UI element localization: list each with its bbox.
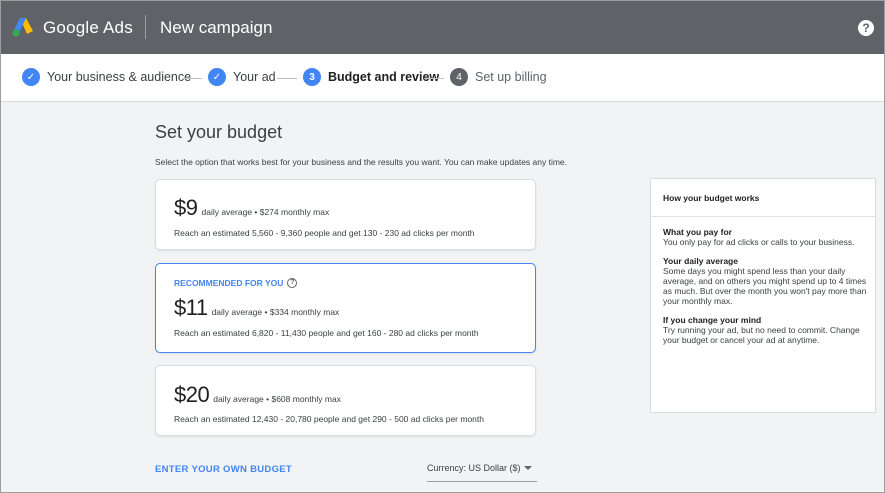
budget-info-panel: How your budget works What you pay for Y… bbox=[650, 178, 876, 413]
help-icon[interactable]: ? bbox=[858, 20, 874, 36]
info-panel-title: How your budget works bbox=[663, 193, 760, 203]
budget-option-11[interactable]: RECOMMENDED FOR YOU ? $11 daily average … bbox=[155, 263, 536, 353]
budget-reach: Reach an estimated 12,430 - 20,780 peopl… bbox=[174, 414, 484, 424]
info-section-daily: Your daily average Some days you might s… bbox=[663, 256, 868, 306]
enter-own-budget-link[interactable]: ENTER YOUR OWN BUDGET bbox=[155, 464, 292, 475]
budget-amount-row: $11 daily average • $334 monthly max bbox=[174, 295, 339, 321]
budget-reach: Reach an estimated 6,820 - 11,430 people… bbox=[174, 328, 479, 338]
budget-detail: daily average • $274 monthly max bbox=[201, 207, 330, 217]
info-text: You only pay for ad clicks or calls to y… bbox=[663, 237, 855, 247]
brand-name: Google Ads bbox=[43, 18, 133, 37]
info-panel-body: What you pay for You only pay for ad cli… bbox=[663, 227, 868, 354]
info-heading: What you pay for bbox=[663, 227, 732, 237]
budget-amount: $9 bbox=[174, 195, 198, 220]
currency-value: Currency: US Dollar ($) bbox=[427, 463, 521, 473]
step-your-ad[interactable]: ✓ Your ad bbox=[208, 68, 276, 86]
page-title: New campaign bbox=[160, 18, 273, 37]
budget-amount: $20 bbox=[174, 382, 210, 407]
step-label: Budget and review bbox=[328, 70, 440, 84]
recommended-label: RECOMMENDED FOR YOU bbox=[174, 278, 284, 288]
section-description: Select the option that works best for yo… bbox=[155, 157, 568, 167]
step-label: Your business & audience bbox=[47, 70, 192, 84]
budget-amount-row: $20 daily average • $608 monthly max bbox=[174, 382, 341, 408]
step-connector bbox=[424, 78, 444, 79]
step-number-icon: 4 bbox=[450, 68, 468, 86]
budget-page: Set your budget Select the option that w… bbox=[1, 102, 884, 492]
budget-amount: $11 bbox=[174, 295, 208, 320]
budget-detail: daily average • $608 monthly max bbox=[213, 394, 341, 404]
info-heading: Your daily average bbox=[663, 256, 738, 266]
step-billing[interactable]: 4 Set up billing bbox=[450, 68, 547, 86]
info-section-pay: What you pay for You only pay for ad cli… bbox=[663, 227, 868, 247]
section-title: Set your budget bbox=[155, 122, 283, 142]
info-text: Some days you might spend less than your… bbox=[663, 266, 867, 306]
step-label: Set up billing bbox=[475, 70, 547, 84]
header-divider bbox=[145, 15, 146, 39]
step-business-audience[interactable]: ✓ Your business & audience bbox=[22, 68, 191, 86]
check-circle-icon: ✓ bbox=[22, 68, 40, 86]
budget-amount-row: $9 daily average • $274 monthly max bbox=[174, 195, 329, 221]
step-label: Your ad bbox=[233, 70, 276, 84]
budget-option-20[interactable]: $20 daily average • $608 monthly max Rea… bbox=[155, 365, 536, 436]
info-text: Try running your ad, but no need to comm… bbox=[663, 325, 860, 345]
budget-detail: daily average • $334 monthly max bbox=[211, 307, 340, 317]
step-number-icon: 3 bbox=[303, 68, 321, 86]
divider bbox=[651, 216, 875, 217]
check-circle-icon: ✓ bbox=[208, 68, 226, 86]
step-budget-review[interactable]: 3 Budget and review bbox=[303, 68, 439, 86]
info-heading: If you change your mind bbox=[663, 315, 762, 325]
info-section-change: If you change your mind Try running your… bbox=[663, 315, 868, 345]
budget-reach: Reach an estimated 5,560 - 9,360 people … bbox=[174, 228, 475, 238]
question-circle-icon[interactable]: ? bbox=[287, 278, 298, 288]
budget-option-9[interactable]: $9 daily average • $274 monthly max Reac… bbox=[155, 179, 536, 250]
dropdown-arrow-icon bbox=[524, 466, 532, 470]
currency-select[interactable]: Currency: US Dollar ($) bbox=[427, 463, 537, 482]
step-connector bbox=[277, 78, 297, 79]
top-app-bar: Google Ads New campaign ? bbox=[1, 1, 884, 54]
google-ads-logo-icon bbox=[12, 18, 33, 37]
recommended-badge: RECOMMENDED FOR YOU ? bbox=[174, 278, 298, 288]
step-connector bbox=[182, 78, 202, 79]
app-window: Google Ads New campaign ? ✓ Your busines… bbox=[0, 0, 885, 493]
